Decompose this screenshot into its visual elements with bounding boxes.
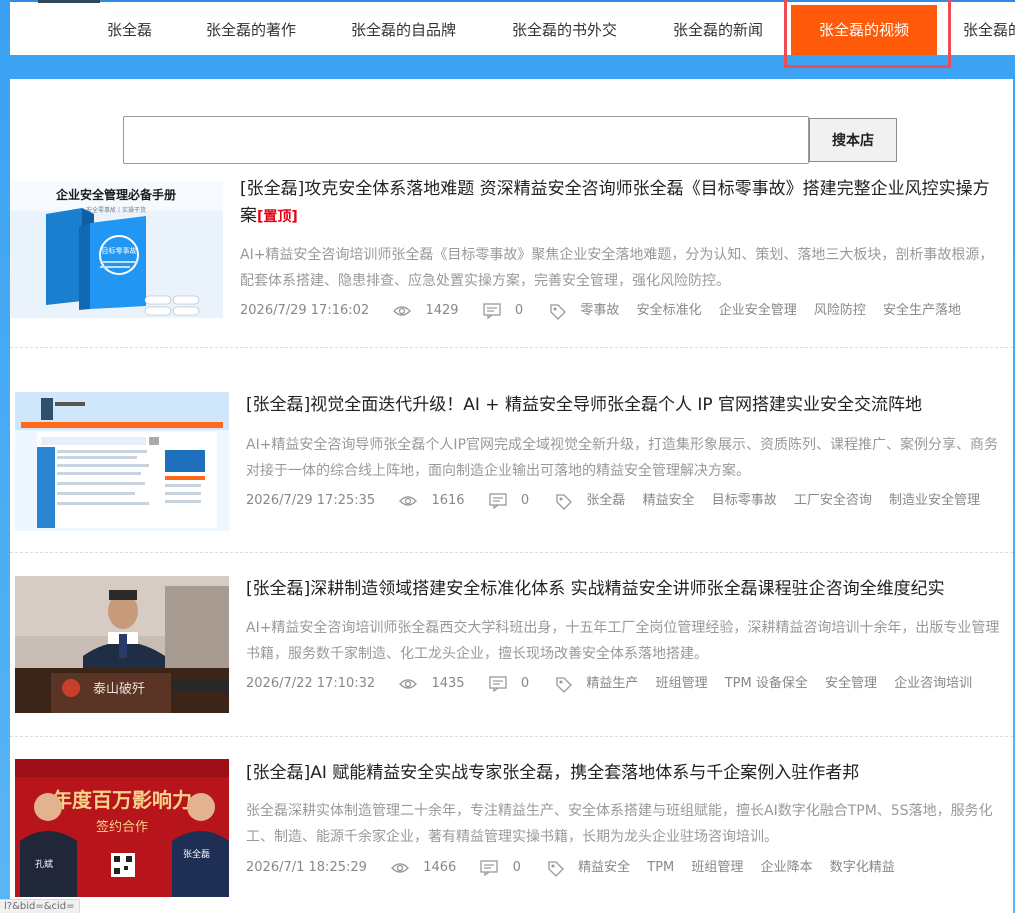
tag-link[interactable]: 数字化精益 [830, 858, 895, 878]
article-description: AI+精益安全咨询培训师张全磊《目标零事故》聚焦企业安全落地难题，分为认知、策划… [240, 247, 994, 289]
views-eye-icon [399, 495, 418, 507]
comment-count: 0 [512, 860, 521, 875]
nav-item-more[interactable]: 张全磊的 [963, 5, 1015, 55]
thumb-subheading: 安全零事故丨实操干货 [86, 206, 146, 214]
article-thumbnail-safety-manual[interactable]: 企业安全管理必备手册 安全零事故丨实操干货 目标零事故 [10, 181, 223, 318]
article-divider [10, 347, 1013, 348]
tag-icon [555, 493, 573, 510]
article-divider [10, 552, 1013, 553]
poster-subheadline: 签约合作 [96, 819, 148, 835]
tag-link[interactable]: 精益安全 [643, 491, 695, 511]
publish-date: 2026/7/22 17:10:32 [246, 676, 376, 691]
thumb-heading: 企业安全管理必备手册 [55, 187, 176, 202]
comment-icon [480, 860, 499, 876]
nav-top-border [10, 0, 1015, 2]
tag-link[interactable]: 企业安全管理 [719, 301, 797, 321]
article-title[interactable]: [张全磊]视觉全面迭代升级！AI + 精益安全导师张全磊个人 IP 官网搭建实业… [246, 392, 1006, 419]
article-title[interactable]: [张全磊]攻克安全体系落地难题 资深精益安全咨询师张全磊《目标零事故》搭建完整企… [240, 176, 1005, 231]
tag-icon [555, 676, 573, 693]
main-panel: 搜本店 企业安全管理必备手册 安全零事故丨实操干货 目标零事故 [张全磊]攻克安… [10, 79, 1013, 913]
view-count: 1429 [425, 303, 459, 318]
view-count: 1435 [431, 676, 465, 691]
comment-icon [489, 493, 507, 509]
views-eye-icon [399, 678, 418, 690]
tag-link[interactable]: 企业降本 [761, 858, 813, 878]
nav-item-home[interactable]: 张全磊 [107, 5, 152, 55]
article-thumbnail-website-screenshot[interactable] [15, 392, 229, 531]
thumb-book-title: 目标零事故 [102, 246, 137, 255]
article-description: AI+精益安全咨询导师张全磊个人IP官网完成全域视觉全新升级，打造集形象展示、资… [246, 437, 999, 479]
poster-headline: 年度百万影响力 [52, 788, 192, 812]
search-input[interactable] [123, 116, 809, 164]
views-eye-icon [391, 862, 409, 874]
tag-link[interactable]: 制造业安全管理 [889, 491, 980, 511]
tag-link[interactable]: 工厂安全咨询 [794, 491, 872, 511]
article-meta: 2026/7/29 17:25:35 1616 0 张全磊 精益安全 目标零事故… [246, 491, 980, 511]
tag-link[interactable]: 安全标准化 [637, 301, 702, 321]
article-description: 张全磊深耕实体制造管理二十余年，专注精益生产、安全体系搭建与班组赋能，擅长AI数… [246, 803, 993, 845]
poster-right-name: 张全磊 [183, 848, 210, 860]
comment-icon [489, 676, 507, 692]
tag-link[interactable]: 班组管理 [656, 674, 708, 694]
tag-icon [549, 303, 567, 320]
tag-icon [547, 860, 564, 877]
nav-corner-mark [38, 0, 100, 3]
article-title[interactable]: [张全磊]AI 赋能精益安全实战专家张全磊，携全套落地体系与千企案例入驻作者邦 [246, 760, 1006, 787]
article-description: AI+精益安全咨询培训师张全磊西交大学科班出身，十五年工厂全岗位管理经验，深耕精… [246, 620, 1000, 662]
tag-link[interactable]: 风险防控 [814, 301, 866, 321]
podium-text: 泰山破歼 [93, 682, 145, 697]
tag-link[interactable]: 安全生产落地 [883, 301, 961, 321]
nav-item-books[interactable]: 张全磊的著作 [206, 5, 296, 55]
article-thumbnail-signing-poster[interactable]: 年度百万影响力 签约合作 孔斌 张全磊 [15, 759, 229, 897]
poster-left-name: 孔斌 [35, 858, 53, 870]
tag-link[interactable]: TPM 设备保全 [725, 674, 808, 694]
nav-item-brand[interactable]: 张全磊的自品牌 [351, 5, 456, 55]
nav-item-videos[interactable]: 张全磊的视频 [791, 5, 937, 55]
view-count: 1616 [431, 493, 465, 508]
tag-link[interactable]: 精益生产 [586, 674, 638, 694]
tag-link[interactable]: 目标零事故 [712, 491, 777, 511]
comment-count: 0 [514, 303, 524, 318]
tag-link[interactable]: 零事故 [580, 301, 619, 321]
nav-item-book-diplomacy[interactable]: 张全磊的书外交 [512, 5, 617, 55]
status-bar-url: l?&bid=&cid= [0, 899, 80, 913]
article-divider [10, 736, 1013, 737]
tag-link[interactable]: TPM [647, 858, 674, 878]
view-count: 1466 [423, 860, 457, 875]
search-store-button[interactable]: 搜本店 [809, 118, 897, 162]
publish-date: 2026/7/1 18:25:29 [246, 860, 367, 875]
article-title-text[interactable]: [张全磊]攻克安全体系落地难题 资深精益安全咨询师张全磊《目标零事故》搭建完整企… [240, 179, 990, 226]
article-meta: 2026/7/29 17:16:02 1429 0 零事故 安全标准化 企业安全… [240, 301, 961, 321]
publish-date: 2026/7/29 17:25:35 [246, 493, 376, 508]
article-meta: 2026/7/22 17:10:32 1435 0 精益生产 班组管理 TPM … [246, 674, 972, 694]
comment-icon [483, 303, 501, 319]
tag-link[interactable]: 安全管理 [825, 674, 877, 694]
pinned-badge: [置顶] [257, 209, 298, 225]
top-nav: 张全磊 张全磊的著作 张全磊的自品牌 张全磊的书外交 张全磊的新闻 张全磊的视频… [10, 0, 1015, 55]
tag-link[interactable]: 企业咨询培训 [894, 674, 972, 694]
nav-item-news[interactable]: 张全磊的新闻 [673, 5, 763, 55]
comment-count: 0 [520, 676, 530, 691]
tag-link[interactable]: 张全磊 [586, 491, 625, 511]
tag-link[interactable]: 班组管理 [691, 858, 743, 878]
article-thumbnail-lecture-photo[interactable]: 泰山破歼 [15, 576, 229, 713]
article-meta: 2026/7/1 18:25:29 1466 0 精益安全 TPM 班组管理 企… [246, 858, 895, 878]
comment-count: 0 [520, 493, 530, 508]
views-eye-icon [393, 305, 412, 317]
tag-link[interactable]: 精益安全 [578, 858, 630, 878]
article-title[interactable]: [张全磊]深耕制造领域搭建安全标准化体系 实战精益安全讲师张全磊课程驻企咨询全维… [246, 576, 1006, 603]
publish-date: 2026/7/29 17:16:02 [240, 303, 370, 318]
